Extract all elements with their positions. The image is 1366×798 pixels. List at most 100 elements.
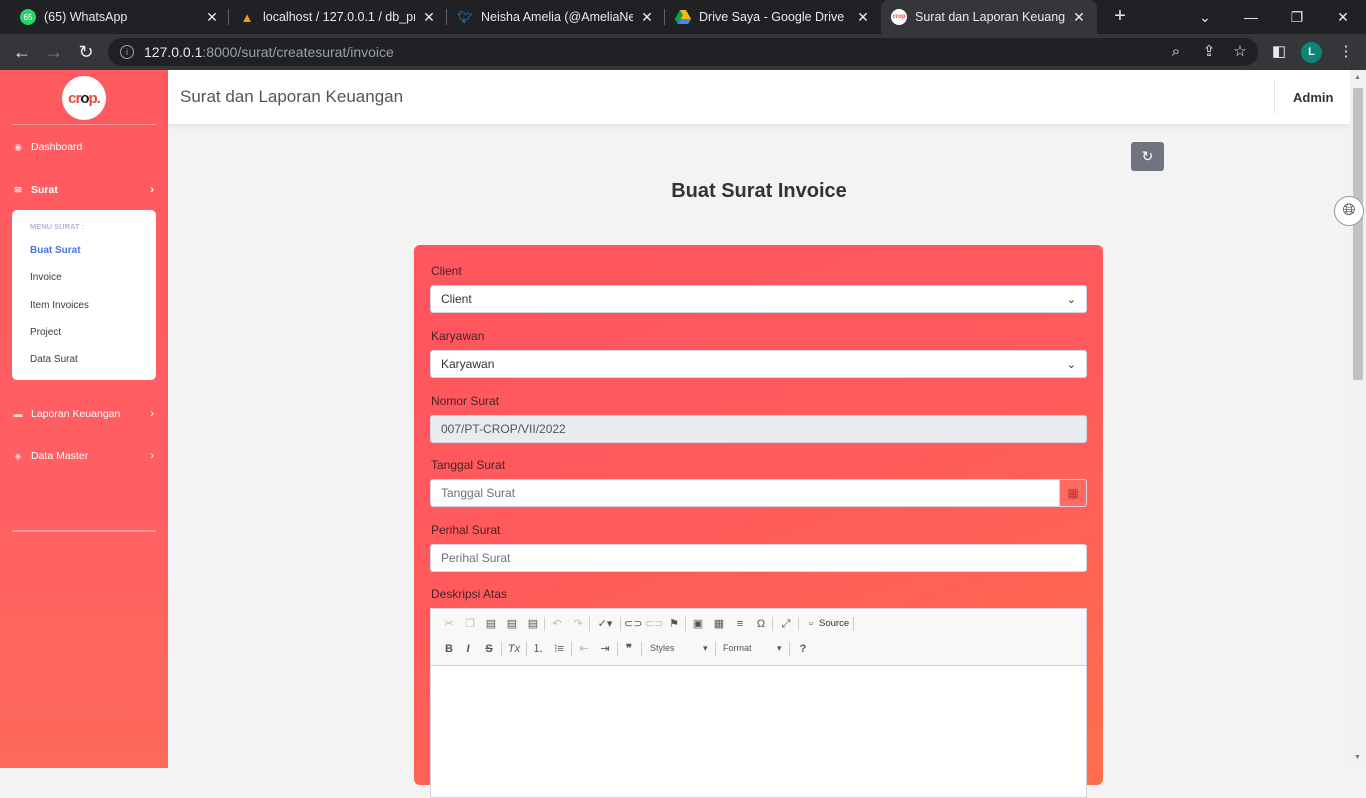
zoom-icon[interactable]: ⌕ [1166, 42, 1186, 62]
forward-icon[interactable]: → [42, 40, 66, 64]
bold-icon[interactable]: B [441, 641, 457, 657]
indent-icon[interactable]: ⇥ [597, 641, 613, 657]
close-icon[interactable]: ✕ [421, 9, 437, 26]
close-window-button[interactable]: ✕ [1320, 0, 1366, 34]
toolbar-separator [685, 617, 686, 631]
new-tab-button[interactable]: + [1108, 4, 1132, 28]
user-menu[interactable]: Admin [1293, 90, 1333, 105]
tab-twitter[interactable]: 🐦︎ Neisha Amelia (@AmeliaNeis ✕ [447, 0, 665, 34]
submenu-item-invoice[interactable]: Invoice [30, 272, 62, 283]
envelope-icon: ✉ [14, 184, 22, 195]
toolbar-separator [798, 617, 799, 631]
share-icon[interactable]: ⇪ [1199, 42, 1219, 62]
submenu-item-item-invoices[interactable]: Item Invoices [30, 300, 89, 311]
help-icon[interactable]: ? [795, 641, 811, 657]
submenu-item-data-surat[interactable]: Data Surat [30, 354, 78, 365]
client-select[interactable]: Client ⌄ [430, 285, 1087, 313]
bulleted-list-icon[interactable]: ⁝≡ [551, 641, 567, 657]
redo-icon[interactable]: ↷ [570, 616, 586, 632]
styles-dropdown[interactable]: Styles [650, 643, 675, 653]
source-button[interactable]: Source [819, 618, 849, 629]
image-icon[interactable]: ▣ [690, 616, 706, 632]
scroll-up-icon[interactable]: ▲ [1354, 74, 1361, 81]
tab-title: Neisha Amelia (@AmeliaNeis [481, 10, 633, 24]
horizontal-line-icon[interactable]: ≡ [732, 616, 748, 632]
brand-logo[interactable]: cr o p. [62, 76, 106, 120]
chevron-down-icon: ▾ [703, 643, 708, 653]
numbered-list-icon[interactable]: ⒈ [530, 641, 546, 657]
tanggal-surat-input[interactable]: Tanggal Surat [430, 479, 1060, 507]
paste-text-icon[interactable]: ▤ [504, 616, 520, 632]
editor-content-area[interactable] [431, 666, 1086, 797]
tab-title: Drive Saya - Google Drive [699, 10, 845, 24]
browser-tab-bar: 65 (65) WhatsApp ✕ ▲ localhost / 127.0.0… [0, 0, 1366, 34]
blockquote-icon[interactable]: ❞ [621, 641, 637, 657]
close-icon[interactable]: ✕ [855, 9, 871, 26]
rich-text-editor: ✂ ❐ ▤ ▤ ▤ ↶ ↷ ✓▾ ⊂⊃ ⊂⊃ ⚑ ▣ ▦ ≡ Ω ⤢ ▫ Sou… [430, 608, 1087, 798]
toolbar-separator [544, 617, 545, 631]
minimize-button[interactable]: — [1228, 0, 1274, 34]
remove-format-icon[interactable]: Tx [506, 641, 522, 657]
chevron-right-icon: › [150, 408, 154, 420]
folder-icon: ▬ [13, 409, 23, 419]
table-icon[interactable]: ▦ [711, 616, 727, 632]
tab-phpmyadmin[interactable]: ▲ localhost / 127.0.0.1 / db_pro ✕ [229, 0, 447, 34]
strikethrough-icon[interactable]: S [481, 641, 497, 657]
invoice-form-card: Client Client ⌄ Karyawan Karyawan ⌄ Nomo… [414, 245, 1103, 798]
submenu-surat: MENU SURAT : Buat Surat Invoice Item Inv… [12, 210, 156, 380]
perihal-surat-input[interactable]: Perihal Surat [430, 544, 1087, 572]
anchor-flag-icon[interactable]: ⚑ [666, 616, 682, 632]
google-drive-icon [675, 9, 691, 25]
tanggal-surat-label: Tanggal Surat [431, 458, 506, 472]
link-icon[interactable]: ⊂⊃ [624, 616, 642, 632]
scrollbar-thumb[interactable] [1353, 88, 1363, 380]
tab-google-drive[interactable]: Drive Saya - Google Drive ✕ [665, 0, 881, 34]
sidebar-item-data-master[interactable]: ◈ Data Master › [12, 446, 156, 466]
tab-search-icon[interactable]: ⌄ [1182, 0, 1228, 34]
toolbar-separator [772, 617, 773, 631]
maximize-icon[interactable]: ⤢ [778, 616, 794, 632]
italic-icon[interactable]: I [460, 641, 476, 657]
sidebar-item-surat[interactable]: ✉ Surat › [12, 180, 156, 200]
calendar-icon[interactable]: ▦ [1059, 479, 1087, 507]
refresh-button[interactable]: ↻ [1131, 142, 1164, 171]
sidebar-item-laporan-keuangan[interactable]: ▬ Laporan Keuangan › [12, 404, 156, 424]
submenu-item-project[interactable]: Project [30, 327, 61, 338]
paste-icon[interactable]: ▤ [483, 616, 499, 632]
paste-word-icon[interactable]: ▤ [525, 616, 541, 632]
close-icon[interactable]: ✕ [204, 9, 220, 26]
sidebar-item-dashboard[interactable]: ◉ Dashboard [12, 137, 156, 157]
karyawan-select[interactable]: Karyawan ⌄ [430, 350, 1087, 378]
whatsapp-icon: 65 [20, 9, 36, 25]
bookmark-star-icon[interactable]: ☆ [1230, 42, 1250, 62]
info-icon[interactable]: i [120, 45, 134, 59]
submenu-item-buat-surat[interactable]: Buat Surat [30, 245, 81, 256]
globe-widget-icon[interactable]: 🌐︎ [1334, 196, 1364, 226]
page-scrollbar[interactable]: ▲ ▼ [1350, 70, 1366, 768]
undo-icon[interactable]: ↶ [549, 616, 565, 632]
back-icon[interactable]: ← [10, 40, 34, 64]
menu-kebab-icon[interactable]: ⋮ [1336, 42, 1356, 62]
chevron-down-icon: ⌄ [1066, 293, 1076, 306]
special-char-icon[interactable]: Ω [753, 616, 769, 632]
scroll-down-icon[interactable]: ▼ [1354, 754, 1361, 761]
close-icon[interactable]: ✕ [1071, 9, 1087, 26]
cut-icon[interactable]: ✂ [441, 616, 457, 632]
tab-surat-active[interactable]: crop Surat dan Laporan Keuangan ✕ [881, 0, 1097, 34]
toolbar-separator [789, 642, 790, 656]
side-panel-icon[interactable]: ◧ [1269, 42, 1289, 62]
spellcheck-icon[interactable]: ✓▾ [594, 616, 616, 632]
copy-icon[interactable]: ❐ [462, 616, 478, 632]
address-bar[interactable]: i 127.0.0.1:8000/surat/createsurat/invoi… [108, 38, 1258, 66]
perihal-surat-label: Perihal Surat [431, 523, 501, 537]
toolbar-separator [853, 617, 854, 631]
format-dropdown[interactable]: Format [723, 643, 752, 653]
tab-whatsapp[interactable]: 65 (65) WhatsApp ✕ [10, 0, 230, 34]
close-icon[interactable]: ✕ [639, 9, 655, 26]
unlink-icon[interactable]: ⊂⊃ [645, 616, 663, 632]
restore-button[interactable]: ❐ [1274, 0, 1320, 34]
profile-avatar[interactable]: L [1301, 42, 1322, 63]
reload-icon[interactable]: ↻ [74, 40, 98, 64]
outdent-icon[interactable]: ⇤ [576, 641, 592, 657]
source-icon[interactable]: ▫ [803, 616, 819, 632]
